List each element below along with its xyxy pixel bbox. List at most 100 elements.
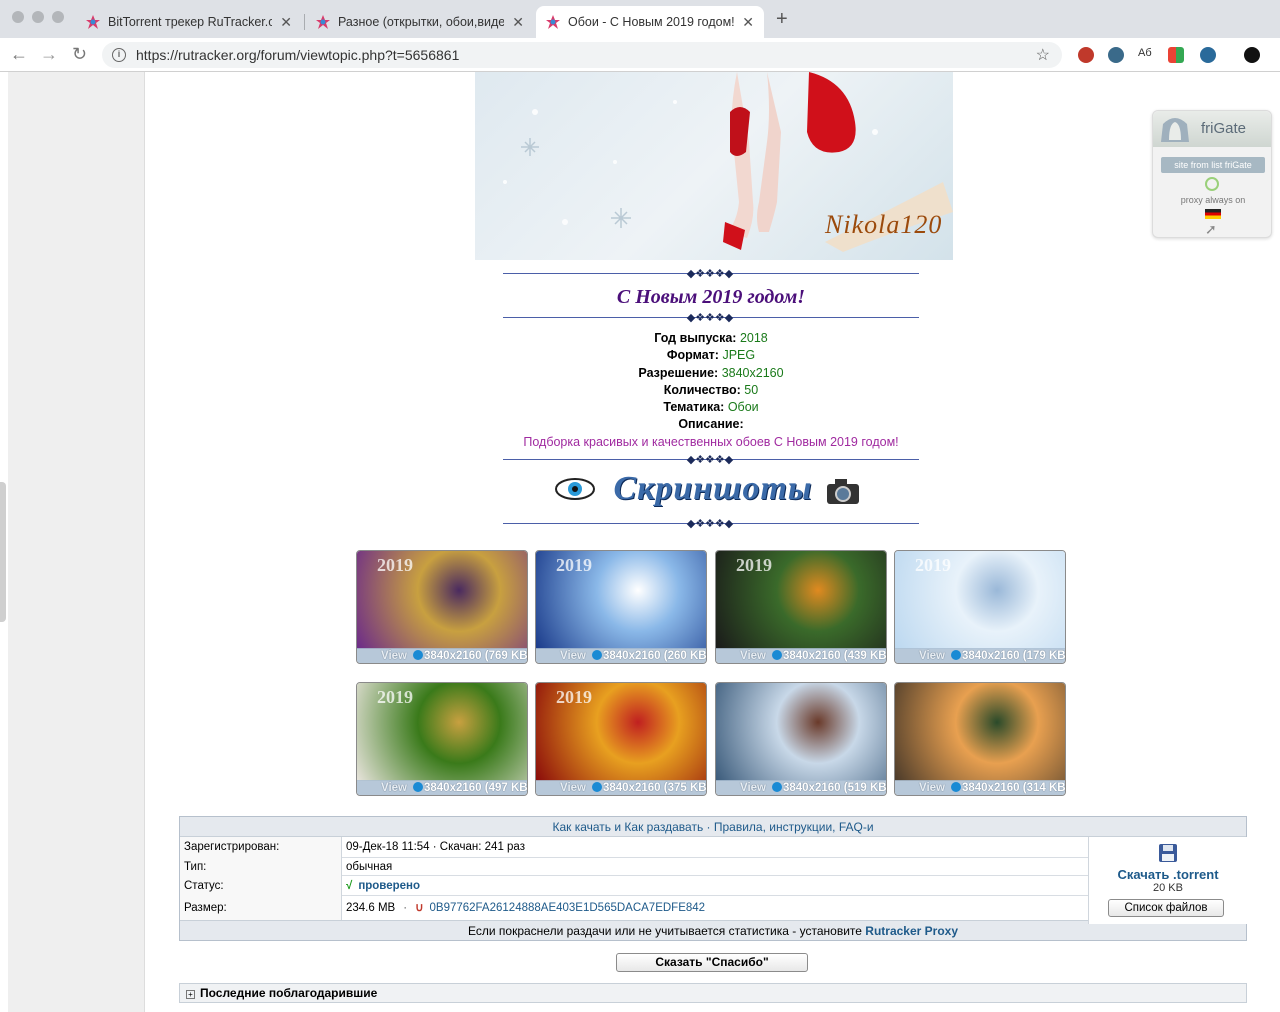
bookmark-star-icon[interactable]: ☆ [1036, 45, 1050, 65]
view-link[interactable]: View [740, 650, 766, 662]
forward-icon[interactable]: → [40, 44, 58, 65]
post-content: Nikola120 ◆❖❖❖◆ С Новым 2019 годом! ◆❖❖❖… [145, 72, 1280, 1012]
proxy-notice: Если покраснели раздачи или не учитывает… [180, 920, 1246, 940]
proxy-extension-icon[interactable] [1108, 47, 1124, 63]
tab-title: Обои - С Новым 2019 годом! [568, 15, 735, 29]
separator-dot: · [403, 902, 408, 914]
thumbnail-info: 3840x2160 (519 KB [783, 782, 886, 794]
tab-rutracker-home[interactable]: BitTorrent трекер RuTracker.org ✕ [76, 6, 302, 38]
rutracker-favicon-icon [546, 15, 560, 29]
thumbnail-year: 2019 [377, 687, 413, 707]
view-link[interactable]: View [381, 650, 407, 662]
thumbnail-info: 3840x2160 (439 KB [783, 650, 886, 662]
view-link[interactable]: View [560, 782, 586, 794]
view-link[interactable]: View [560, 650, 586, 662]
close-window-icon[interactable] [12, 11, 24, 23]
frigate-site-badge: site from list friGate [1161, 157, 1265, 173]
thumbnail-info: 3840x2160 (769 KB [424, 650, 527, 662]
tab-close-icon[interactable]: ✕ [742, 14, 754, 31]
spec-count: Количество: 50 [503, 383, 919, 397]
magnet-icon[interactable]: ∪ [415, 902, 423, 914]
fastpic-icon [413, 650, 423, 660]
reload-icon[interactable]: ↻ [72, 44, 87, 65]
spec-value: Обои [727, 400, 759, 414]
thumbnail-caption: View 3840x2160 (375 KB [536, 780, 706, 795]
profile-avatar-icon[interactable] [1244, 47, 1260, 63]
spec-label: Тематика: [663, 400, 725, 414]
view-link[interactable]: View [740, 782, 766, 794]
magnet-hash-link[interactable]: 0B97762FA26124888AE403E1D565DACA7EDFE842 [430, 902, 706, 914]
thumbnail-year: 2019 [915, 555, 951, 575]
vpn-extension-icon[interactable] [1200, 47, 1216, 63]
rutracker-favicon-icon [316, 15, 330, 29]
rutracker-proxy-link[interactable]: Rutracker Proxy [865, 924, 958, 938]
screenshot-thumbnail[interactable]: 2019 View 3840x2160 (375 KB [535, 682, 707, 796]
spec-format: Формат: JPEG [503, 348, 919, 362]
expand-icon[interactable]: + [186, 990, 195, 999]
download-torrent-link[interactable]: Скачать .torrent [1089, 867, 1247, 882]
row-value: 09-Дек-18 11:54 · Скачан: 241 раз [346, 841, 525, 853]
row-value: √ проверено [346, 876, 420, 896]
ornament-flourish: ◆❖❖❖◆ [686, 312, 734, 324]
thumbnail-image: 2019 [357, 683, 527, 781]
screenshot-thumbnail[interactable]: 2019 View 3840x2160 (769 KB [356, 550, 528, 664]
fastpic-icon [772, 650, 782, 660]
google-extension-icon[interactable] [1168, 47, 1184, 63]
thumbnail-info: 3840x2160 (497 KB [424, 782, 527, 794]
address-bar[interactable]: i https://rutracker.org/forum/viewtopic.… [102, 42, 1062, 68]
tab-wallpapers-section[interactable]: Разное (открытки, обои,видео) ✕ [306, 6, 534, 38]
spec-label: Количество: [663, 383, 741, 397]
fastpic-icon [592, 782, 602, 792]
frigate-logo-icon [1161, 118, 1189, 142]
say-thanks-button[interactable]: Сказать "Спасибо" [616, 953, 808, 972]
screenshot-thumbnail[interactable]: 2019 View 3840x2160 (497 KB [356, 682, 528, 796]
last-thanked-section[interactable]: + Последние поблагодарившие [179, 983, 1247, 1003]
floppy-disk-icon [1159, 844, 1177, 862]
thumbnail-image: 2019 [536, 551, 706, 649]
row-key: Зарегистрирован: [180, 837, 342, 858]
tab-separator [304, 14, 305, 30]
spec-label: Формат: [666, 348, 719, 362]
adblock-extension-icon[interactable] [1078, 47, 1094, 63]
post-description: Подборка красивых и качественных обоев С… [523, 435, 899, 449]
thumbnail-info: 3840x2160 (375 KB [603, 782, 706, 794]
translate-extension-icon[interactable]: Аб [1138, 47, 1152, 63]
tab-current-topic[interactable]: Обои - С Новым 2019 годом! ✕ [536, 6, 764, 38]
thumbnail-caption: View 3840x2160 (314 KB [895, 780, 1065, 795]
tab-close-icon[interactable]: ✕ [280, 14, 292, 31]
screenshot-thumbnail[interactable]: View 3840x2160 (314 KB [894, 682, 1066, 796]
tab-close-icon[interactable]: ✕ [512, 14, 524, 31]
help-links[interactable]: Как качать и Как раздавать · Правила, ин… [180, 817, 1246, 837]
screenshot-thumbnail[interactable]: View 3840x2160 (519 KB [715, 682, 887, 796]
screenshot-thumbnail[interactable]: 2019 View 3840x2160 (179 KB [894, 550, 1066, 664]
site-info-icon[interactable]: i [112, 48, 126, 62]
row-type: Тип: обычная [180, 858, 1246, 876]
screenshot-thumbnail[interactable]: 2019 View 3840x2160 (439 KB [715, 550, 887, 664]
power-icon[interactable] [1205, 177, 1219, 191]
frigate-header: friGate [1153, 111, 1271, 147]
frigate-widget[interactable]: friGate site from list friGate proxy alw… [1152, 110, 1272, 238]
spec-value: 3840x2160 [721, 366, 784, 380]
thumbnail-year: 2019 [556, 555, 592, 575]
tab-title: Разное (открытки, обои,видео) [338, 15, 505, 29]
side-drawer-handle[interactable] [0, 482, 6, 622]
thumbnail-caption: View 3840x2160 (519 KB [716, 780, 886, 795]
row-value: 234.6 MB · ∪ 0B97762FA26124888AE403E1D565DA… [346, 896, 705, 920]
spec-value: JPEG [722, 348, 756, 362]
zoom-window-icon[interactable] [52, 11, 64, 23]
ornament-flourish: ◆❖❖❖◆ [686, 518, 734, 530]
browser-tab-bar: BitTorrent трекер RuTracker.org ✕ Разное… [0, 0, 1280, 38]
file-list-button[interactable]: Список файлов [1108, 899, 1224, 917]
thumbnail-info: 3840x2160 (179 KB [962, 650, 1065, 662]
minimize-window-icon[interactable] [32, 11, 44, 23]
row-status: Статус: √ проверено [180, 876, 1246, 896]
frigate-proxy-status: proxy always on [1180, 195, 1246, 205]
view-link[interactable]: View [919, 782, 945, 794]
view-link[interactable]: View [919, 650, 945, 662]
tab-title: BitTorrent трекер RuTracker.org [108, 15, 273, 29]
arrow-icon[interactable]: ➚ [1205, 221, 1217, 238]
new-tab-icon[interactable]: + [776, 8, 788, 31]
screenshot-thumbnail[interactable]: 2019 View 3840x2160 (260 KB [535, 550, 707, 664]
view-link[interactable]: View [381, 782, 407, 794]
back-icon[interactable]: ← [10, 44, 28, 65]
